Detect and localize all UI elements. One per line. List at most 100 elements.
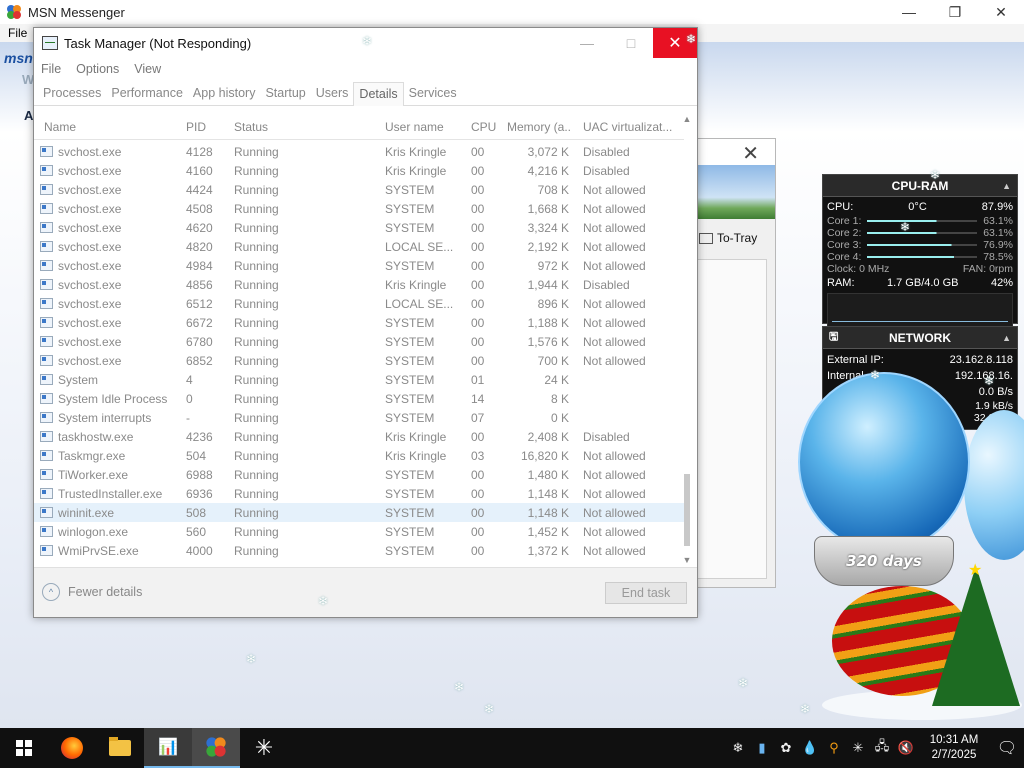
table-row[interactable]: wininit.exe 508 Running SYSTEM 00 1,148 K Not …: [34, 503, 684, 522]
collapse-icon[interactable]: ▲: [1002, 333, 1011, 343]
table-row[interactable]: TrustedInstaller.exe 6936 Running SYSTEM 00 1…: [34, 484, 684, 503]
table-row[interactable]: svchost.exe 6672 Running SYSTEM 00 1,188 K Not…: [34, 313, 684, 332]
msn-titlebar[interactable]: MSN Messenger: [0, 0, 1024, 24]
end-task-button[interactable]: End task: [605, 582, 687, 604]
snowflake-icon: ❄: [362, 34, 373, 48]
process-user: Kris Kringle: [385, 277, 447, 292]
process-icon: [40, 354, 53, 366]
tab-startup[interactable]: Startup: [260, 86, 310, 105]
process-cpu: 00: [471, 486, 485, 501]
process-uac: Not allowed: [583, 334, 646, 349]
cpu-ram-gadget: CPU-RAM ▲ CPU: 0°C 87.9% Core 1: 63.1% Cor…: [822, 174, 1018, 329]
process-status: Running: [234, 543, 279, 558]
msn-close-button[interactable]: ✕: [978, 0, 1024, 24]
table-row[interactable]: svchost.exe 4424 Running SYSTEM 00 708 K Not a…: [34, 180, 684, 199]
dialog-close-button[interactable]: ✕: [742, 141, 759, 166]
process-memory: 1,576 K: [527, 334, 569, 349]
table-row[interactable]: svchost.exe 6780 Running SYSTEM 00 1,576 K Not…: [34, 332, 684, 351]
table-row[interactable]: svchost.exe 4160 Running Kris Kringle 00 4,21…: [34, 161, 684, 180]
process-icon: [40, 145, 53, 157]
tab-services[interactable]: Services: [404, 86, 462, 105]
taskbar-task-manager[interactable]: 📊: [144, 728, 192, 768]
dialog-panel: [691, 259, 767, 579]
fewer-details-button[interactable]: ^ Fewer details: [42, 583, 142, 601]
tab-users[interactable]: Users: [311, 86, 354, 105]
table-scrollbar[interactable]: ▲ ▼: [681, 114, 693, 569]
menu-options[interactable]: Options: [76, 62, 119, 76]
menu-view[interactable]: View: [134, 62, 161, 76]
table-row[interactable]: taskhostw.exe 4236 Running Kris Kringle 00 2,…: [34, 427, 684, 446]
snowflake-icon: ❄: [318, 594, 329, 608]
process-pid: 4856: [186, 277, 213, 292]
process-icon: [40, 202, 53, 214]
process-pid: 6936: [186, 486, 213, 501]
tab-processes[interactable]: Processes: [38, 86, 106, 105]
taskbar-snow-app[interactable]: ✳: [240, 728, 288, 768]
drop-tray-icon[interactable]: 💧: [798, 740, 822, 756]
process-status: Running: [234, 448, 279, 463]
search-tray-icon[interactable]: ⚲: [822, 740, 846, 756]
snow-tray-icon[interactable]: ✳: [846, 740, 870, 756]
process-status: Running: [234, 277, 279, 292]
taskbar-file-explorer[interactable]: [96, 728, 144, 768]
scroll-thumb[interactable]: [684, 474, 690, 546]
table-row[interactable]: System interrupts - Running SYSTEM 07 0 K: [34, 408, 684, 427]
table-row[interactable]: winlogon.exe 560 Running SYSTEM 00 1,452 K Not…: [34, 522, 684, 541]
msn-tray-icon[interactable]: ✿: [774, 740, 798, 756]
table-row[interactable]: svchost.exe 4856 Running Kris Kringle 00 1,94…: [34, 275, 684, 294]
to-tray-button[interactable]: To-Tray: [699, 231, 757, 245]
table-row[interactable]: svchost.exe 4984 Running SYSTEM 00 972 K Not a…: [34, 256, 684, 275]
process-pid: 4620: [186, 220, 213, 235]
process-memory: 1,148 K: [527, 486, 569, 501]
table-row[interactable]: svchost.exe 6852 Running SYSTEM 00 700 K Not a…: [34, 351, 684, 370]
process-pid: 4820: [186, 239, 213, 254]
table-row[interactable]: svchost.exe 4620 Running SYSTEM 00 3,324 K Not…: [34, 218, 684, 237]
process-memory: 1,372 K: [527, 543, 569, 558]
column-header-user[interactable]: User name: [385, 120, 471, 134]
tablet-tray-icon[interactable]: ▮: [750, 740, 774, 756]
taskbar-clock[interactable]: 10:31 AM 2/7/2025: [924, 733, 984, 763]
menu-file[interactable]: File: [41, 62, 61, 76]
table-row[interactable]: System 4 Running SYSTEM 01 24 K: [34, 370, 684, 389]
clock-speed: Clock: 0 MHz: [827, 263, 890, 275]
table-row[interactable]: WmiPrvSE.exe 4000 Running SYSTEM 00 1,372 K No…: [34, 541, 684, 560]
scroll-up-icon[interactable]: ▲: [681, 114, 693, 128]
snowflake-icon: ❄: [984, 374, 995, 388]
minimize-button[interactable]: —: [565, 28, 609, 58]
process-cpu: 00: [471, 505, 485, 520]
column-header-uac[interactable]: UAC virtualizat...: [571, 120, 681, 134]
column-header-pid[interactable]: PID: [184, 120, 234, 134]
table-row[interactable]: svchost.exe 4508 Running SYSTEM 00 1,668 K Not…: [34, 199, 684, 218]
column-header-name[interactable]: Name: [34, 120, 184, 134]
notification-icon[interactable]: 🗨: [990, 738, 1024, 758]
process-user: LOCAL SE...: [385, 239, 454, 254]
table-row[interactable]: svchost.exe 6512 Running LOCAL SE... 00 896 K…: [34, 294, 684, 313]
msn-maximize-button[interactable]: ❐: [932, 0, 978, 24]
collapse-icon[interactable]: ▲: [1002, 181, 1011, 191]
table-row[interactable]: svchost.exe 4820 Running LOCAL SE... 00 2,192…: [34, 237, 684, 256]
process-user: SYSTEM: [385, 201, 435, 216]
process-user: SYSTEM: [385, 467, 435, 482]
taskbar-firefox[interactable]: [48, 728, 96, 768]
snow-globe: [798, 372, 970, 552]
tray-icon: [699, 232, 713, 244]
snowflake-tray-icon[interactable]: ❄: [726, 740, 750, 756]
network-icon[interactable]: 🖧: [870, 737, 894, 759]
tab-performance[interactable]: Performance: [106, 86, 188, 105]
process-memory: 3,324 K: [527, 220, 569, 235]
table-row[interactable]: Taskmgr.exe 504 Running Kris Kringle 03 16,82…: [34, 446, 684, 465]
tab-details[interactable]: Details: [353, 82, 404, 106]
table-row[interactable]: TiWorker.exe 6988 Running SYSTEM 00 1,480 K No…: [34, 465, 684, 484]
table-row[interactable]: System Idle Process 0 Running SYSTEM 14 8 K: [34, 389, 684, 408]
msn-menu-file[interactable]: File: [8, 26, 27, 40]
volume-muted-icon[interactable]: 🔇: [894, 740, 918, 756]
column-header-status[interactable]: Status: [234, 120, 385, 134]
maximize-button[interactable]: □: [609, 28, 653, 58]
column-header-memory[interactable]: Memory (a...: [503, 120, 571, 134]
msn-minimize-button[interactable]: —: [886, 0, 932, 24]
start-button[interactable]: [0, 728, 48, 768]
tab-app-history[interactable]: App history: [188, 86, 261, 105]
column-header-cpu[interactable]: CPU: [471, 120, 503, 134]
table-row[interactable]: svchost.exe 4128 Running Kris Kringle 00 3,07…: [34, 142, 684, 161]
taskbar-msn-messenger[interactable]: [192, 728, 240, 768]
